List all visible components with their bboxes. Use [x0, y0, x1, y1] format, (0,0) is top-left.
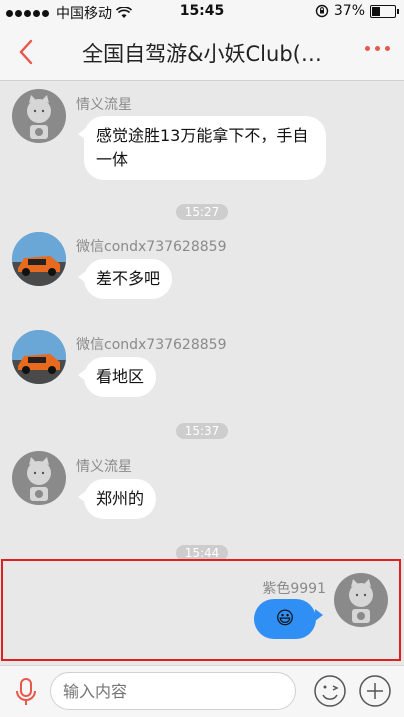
- car-avatar-icon: [12, 232, 66, 286]
- message-bubble[interactable]: 看地区: [77, 357, 157, 397]
- car-avatar-icon: [12, 330, 66, 384]
- selection-highlight: [1, 559, 401, 661]
- battery-icon: [370, 4, 399, 18]
- rotation-lock-icon: [315, 4, 329, 18]
- status-bar: 中国移动 15:45 37%: [0, 0, 404, 24]
- message-sender: 情义流星: [76, 459, 132, 475]
- nav-bar: 全国自驾游&小妖Club(…: [0, 24, 404, 81]
- message-bubble[interactable]: 差不多吧: [77, 259, 173, 299]
- message-bubble[interactable]: 感觉途胜13万能拿下不，手自一体: [78, 116, 326, 180]
- avatar-car[interactable]: [12, 232, 66, 286]
- status-right: 37%: [315, 3, 399, 19]
- default-avatar-icon: [27, 95, 51, 139]
- back-chevron-icon[interactable]: [14, 38, 40, 66]
- avatar-car[interactable]: [12, 330, 66, 384]
- emoji-icon[interactable]: [313, 674, 347, 708]
- message-sender: 情义流星: [76, 97, 132, 113]
- chat-title: 全国自驾游&小妖Club(…: [82, 42, 322, 66]
- input-bar: [0, 665, 404, 717]
- battery-percent: 37%: [333, 3, 365, 19]
- more-dots-icon[interactable]: [365, 46, 390, 51]
- timestamp-label: 15:27: [175, 204, 229, 220]
- timestamp: 15:37: [0, 420, 404, 439]
- timestamp-label: 15:37: [175, 423, 229, 439]
- timestamp: 15:27: [0, 201, 404, 220]
- avatar-default[interactable]: [12, 451, 66, 505]
- add-attachment-icon[interactable]: [358, 674, 392, 708]
- microphone-icon[interactable]: [13, 677, 39, 707]
- avatar-default[interactable]: [12, 89, 66, 143]
- message-input[interactable]: [50, 672, 296, 710]
- message-bubble[interactable]: 郑州的: [77, 479, 157, 519]
- default-avatar-icon: [27, 457, 51, 501]
- message-sender: 微信condx737628859: [76, 337, 227, 353]
- message-sender: 微信condx737628859: [76, 239, 227, 255]
